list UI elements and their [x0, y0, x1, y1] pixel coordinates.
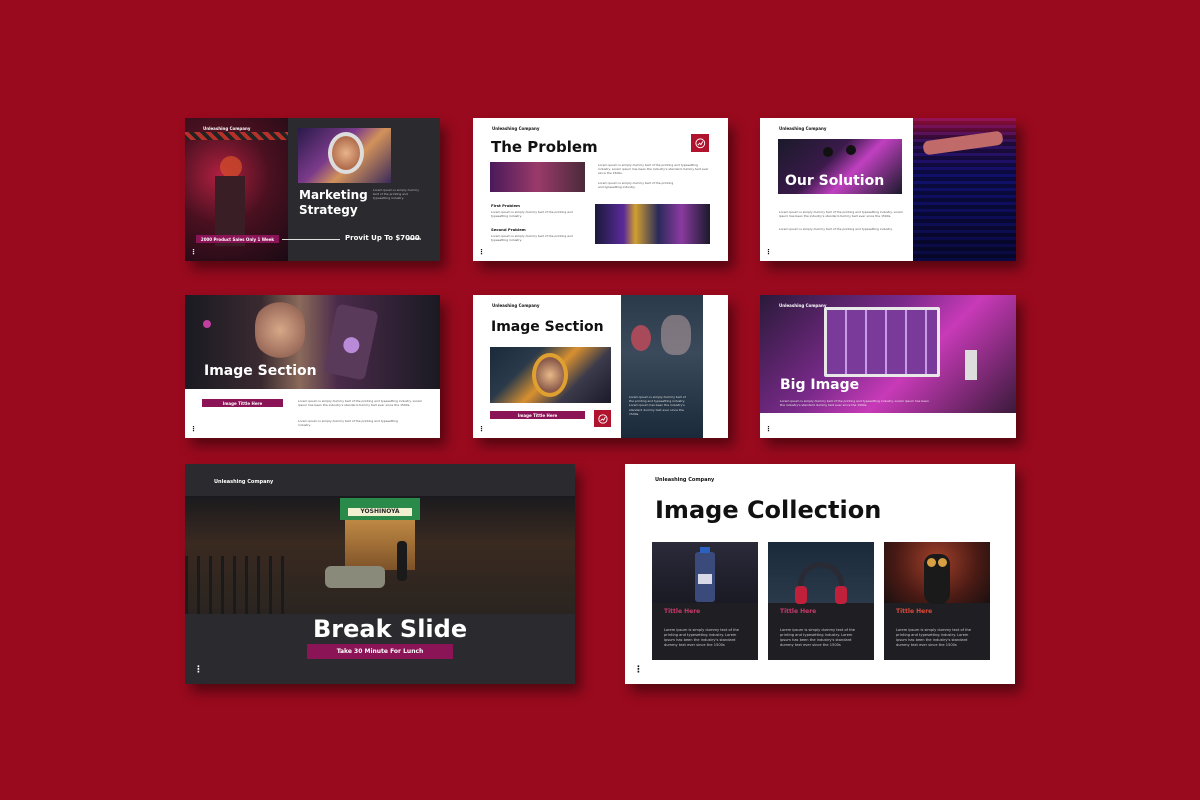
first-problem-label: First Problem: [491, 203, 520, 208]
helmet-face-photo: [490, 347, 611, 403]
card-text: Lorem ipsum is simply dummy text of the …: [664, 628, 739, 647]
computer-desk-photo: [760, 295, 1016, 413]
slide-title: Marketing Strategy: [299, 188, 368, 217]
robot-hand-photo: Lorem ipsum is simply dummy text of the …: [621, 295, 703, 438]
company-name: Unleashing Company: [492, 126, 540, 131]
headphones-photo: [768, 542, 874, 604]
break-subtitle-pill: Take 30 Minute For Lunch: [307, 644, 453, 659]
neon-face-photo: [595, 204, 710, 244]
problem-landscape-photo: [490, 162, 585, 192]
vertical-dots-icon[interactable]: ⋮: [765, 249, 772, 256]
card-text: Lorem ipsum is simply dummy text of the …: [896, 628, 971, 647]
vertical-dots-icon[interactable]: ⋮: [478, 249, 485, 256]
company-name: Unleashing Company: [779, 126, 827, 131]
bottle-photo: [652, 542, 758, 604]
vertical-dots-icon[interactable]: ⋮: [634, 666, 643, 675]
problem-intro-text-2: Lorem ipsum is simply dummy text of the …: [598, 181, 674, 190]
slide-our-solution[interactable]: Unleashing Company Our Solution Lorem ip…: [760, 118, 1016, 261]
collection-card[interactable]: Tittle Here Lorem ipsum is simply dummy …: [884, 542, 990, 660]
slide-title: Break Slide: [313, 615, 468, 643]
divider-line: [282, 239, 340, 240]
big-image-text: Lorem ipsum is simply dummy text of the …: [780, 399, 929, 408]
circuit-hand-photo: [913, 118, 1016, 261]
robot-text: Lorem ipsum is simply dummy text of the …: [629, 395, 686, 416]
vertical-dots-icon[interactable]: ⋮: [190, 426, 197, 433]
vertical-dots-icon[interactable]: ⋮: [478, 426, 485, 433]
chart-arrow-icon: [594, 410, 611, 427]
slide-title: Image Section: [491, 319, 604, 335]
collection-card[interactable]: Tittle Here Lorem ipsum is simply dummy …: [652, 542, 758, 660]
slide-marketing-strategy[interactable]: Unleashing Company Marketing Strategy Ma…: [185, 118, 440, 261]
section-text: Lorem ipsum is simply dummy text of the …: [298, 399, 422, 408]
storefront-sign: YOSHINOYA: [348, 508, 412, 516]
company-name: Unleashing Company: [779, 303, 827, 308]
section-text-2: Lorem ipsum is simply dummy text of the …: [298, 419, 398, 428]
image-title-pill: Image Tittle Here: [202, 399, 283, 407]
slide-image-section-a[interactable]: Image Section Image Tittle Here Lorem ip…: [185, 295, 440, 438]
shaver-photo: [884, 542, 990, 604]
slide-title: Image Section: [204, 363, 317, 379]
slide-title: Big Image: [780, 377, 860, 393]
profit-unit: /month: [407, 237, 421, 241]
slide-title: Image Collection: [655, 496, 882, 524]
company-name: Unleashing Company: [214, 479, 274, 485]
company-name: Unleashing Company: [492, 303, 540, 308]
slide-image-section-b[interactable]: Unleashing Company Image Section Image T…: [473, 295, 728, 438]
slide-body-text: Lorem ipsum is simply dummy text of the …: [373, 188, 419, 201]
night-street-photo: YOSHINOYA: [185, 496, 575, 614]
first-problem-text: Lorem ipsum is simply dummy text of the …: [491, 210, 573, 219]
collection-card[interactable]: Tittle Here Lorem ipsum is simply dummy …: [768, 542, 874, 660]
chart-arrow-icon: [691, 134, 709, 152]
image-title-pill: Image Tittle Here: [490, 411, 585, 419]
slide-image-collection[interactable]: Unleashing Company Image Collection Titt…: [625, 464, 1015, 684]
solution-text-2: Lorem ipsum is simply dummy text of the …: [779, 227, 893, 231]
second-problem-text: Lorem ipsum is simply dummy text of the …: [491, 234, 573, 243]
sales-badge: 2000 Product Sales Only 1 Week: [196, 235, 279, 243]
card-title: Tittle Here: [664, 608, 701, 615]
company-name: Unleashing Company: [655, 477, 715, 483]
astronaut-portrait-photo: [298, 128, 391, 183]
second-problem-label: Second Problem: [491, 227, 526, 232]
card-title: Tittle Here: [896, 608, 933, 615]
vertical-dots-icon[interactable]: ⋮: [194, 666, 203, 675]
vertical-dots-icon[interactable]: ⋮: [190, 249, 197, 256]
slide-break[interactable]: Unleashing Company YOSHINOYA Break Slide…: [185, 464, 575, 684]
slide-the-problem[interactable]: Unleashing Company The Problem Lorem ips…: [473, 118, 728, 261]
problem-intro-text: Lorem ipsum is simply dummy text of the …: [598, 163, 709, 176]
vertical-dots-icon[interactable]: ⋮: [765, 426, 772, 433]
card-text: Lorem ipsum is simply dummy text of the …: [780, 628, 855, 647]
card-title: Tittle Here: [780, 608, 817, 615]
slide-title[interactable]: Our Solution: [785, 173, 884, 189]
solution-text: Lorem ipsum is simply dummy text of the …: [779, 210, 903, 219]
company-name: Unleashing Company: [203, 126, 251, 131]
slide-title: The Problem: [491, 138, 598, 156]
slide-big-image[interactable]: Unleashing Company Big Image Lorem ipsum…: [760, 295, 1016, 438]
